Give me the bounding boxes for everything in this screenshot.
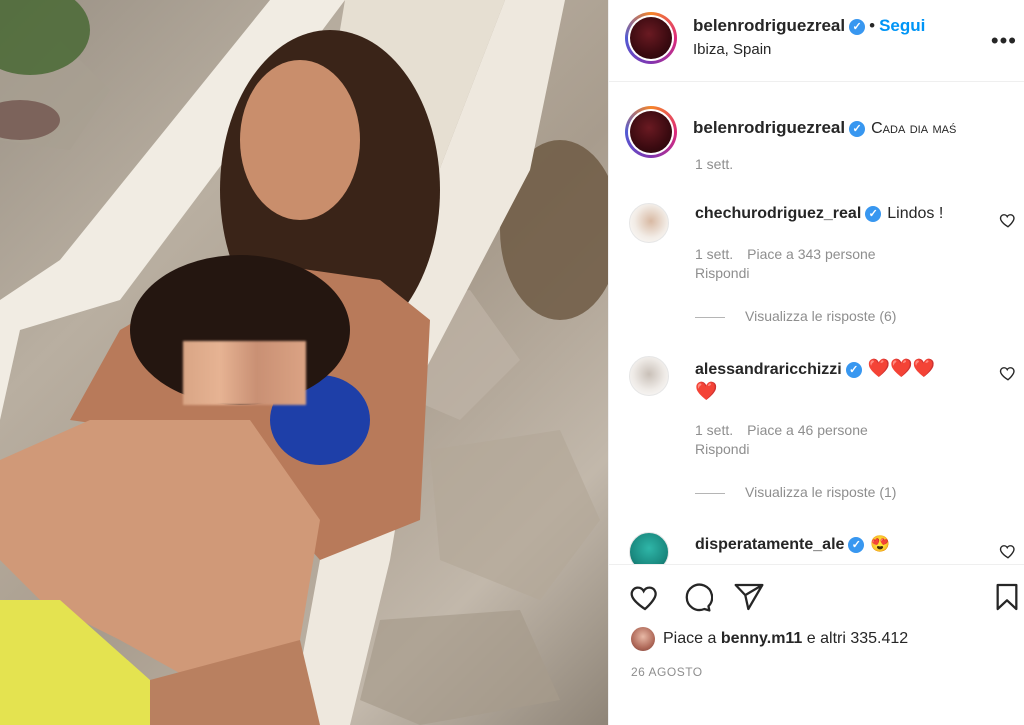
author-username[interactable]: belenrodriguezreal <box>693 16 845 35</box>
blurred-face <box>183 341 306 405</box>
caption-text: Cada dia maś <box>871 120 957 137</box>
comment-username[interactable]: alessandraricchizzi <box>695 361 842 378</box>
heart-icon[interactable] <box>629 581 661 613</box>
post-actions: Piace a benny.m11 e altri 335.412 26 AGO… <box>609 564 1024 725</box>
view-replies-link[interactable]: Visualizza le risposte (1) <box>695 484 896 500</box>
view-replies-label: Visualizza le risposte (6) <box>745 308 897 324</box>
follow-separator: • <box>869 16 876 35</box>
caption-username[interactable]: belenrodriguezreal <box>693 118 845 137</box>
follow-button[interactable]: Segui <box>879 16 925 35</box>
view-replies-link[interactable]: Visualizza le risposte (6) <box>695 308 896 324</box>
caption-time[interactable]: 1 sett. <box>695 156 733 172</box>
comment-like-heart-icon[interactable] <box>999 542 1017 560</box>
comment-text: Lindos ! <box>887 205 944 222</box>
comment-avatar[interactable] <box>629 203 669 243</box>
comment-avatar[interactable] <box>629 532 669 564</box>
verified-badge-icon: ✓ <box>849 120 866 137</box>
likes-summary[interactable]: Piace a benny.m11 e altri 335.412 <box>631 627 908 651</box>
comment-text-continued: ❤️ <box>695 381 718 401</box>
verified-badge-icon: ✓ <box>845 361 862 378</box>
verified-badge-icon: ✓ <box>849 18 866 35</box>
comment-time[interactable]: 1 sett. <box>695 422 733 438</box>
comment-time[interactable]: 1 sett. <box>695 246 733 262</box>
reply-button[interactable]: Rispondi <box>695 265 749 281</box>
likes-suffix[interactable]: e altri 335.412 <box>802 630 908 647</box>
post-side-panel: belenrodriguezreal ✓ • Segui Ibiza, Spain •… <box>608 0 1024 725</box>
likes-prefix: Piace a <box>663 630 721 648</box>
post-photo[interactable] <box>0 0 608 725</box>
verified-badge-icon: ✓ <box>848 536 865 553</box>
caption-avatar[interactable] <box>625 106 677 158</box>
comment-username[interactable]: chechurodriguez_real <box>695 205 861 222</box>
liker-avatar <box>631 627 655 651</box>
header-top-line: belenrodriguezreal ✓ • Segui <box>693 16 925 36</box>
post-header: belenrodriguezreal ✓ • Segui Ibiza, Spain •… <box>609 0 1024 82</box>
comment-username[interactable]: disperatamente_ale <box>695 536 844 553</box>
comment-avatar[interactable] <box>629 356 669 396</box>
comment-like-heart-icon[interactable] <box>999 211 1017 229</box>
bookmark-icon[interactable] <box>991 581 1023 613</box>
comment-text: ❤️❤️❤️ <box>867 358 935 378</box>
post-date[interactable]: 26 AGOSTO <box>631 665 703 679</box>
comment-text: 😍 <box>870 536 891 553</box>
ellipsis-icon[interactable]: ••• <box>991 28 1017 54</box>
comment-icon[interactable] <box>681 581 713 613</box>
comment-like-heart-icon[interactable] <box>999 364 1017 382</box>
comment-item: chechurodriguez_real ✓ Lindos ! 1 sett. Pia… <box>629 203 1019 333</box>
paper-plane-icon[interactable] <box>733 581 765 613</box>
comment-meta: 1 sett. Piace a 46 persone <box>695 422 882 438</box>
verified-badge-icon: ✓ <box>865 205 882 222</box>
replies-divider <box>695 492 725 494</box>
comment-item: disperatamente_ale ✓ 😍 <box>629 532 1019 564</box>
comment-likes[interactable]: Piace a 343 persone <box>747 246 875 262</box>
caption: belenrodriguezreal ✓ Cada dia maś <box>693 118 956 138</box>
author-avatar[interactable] <box>625 12 677 64</box>
liker-username[interactable]: benny.m11 <box>721 630 803 647</box>
replies-divider <box>695 316 725 318</box>
location-link[interactable]: Ibiza, Spain <box>693 41 771 58</box>
comment-item: alessandraricchizzi ✓ ❤️❤️❤️ ❤️ 1 sett. Pia… <box>629 356 1019 506</box>
comment-meta: 1 sett. Piace a 343 persone <box>695 246 890 262</box>
view-replies-label: Visualizza le risposte (1) <box>745 484 897 500</box>
reply-button[interactable]: Rispondi <box>695 441 749 457</box>
comment-likes[interactable]: Piace a 46 persone <box>747 422 868 438</box>
